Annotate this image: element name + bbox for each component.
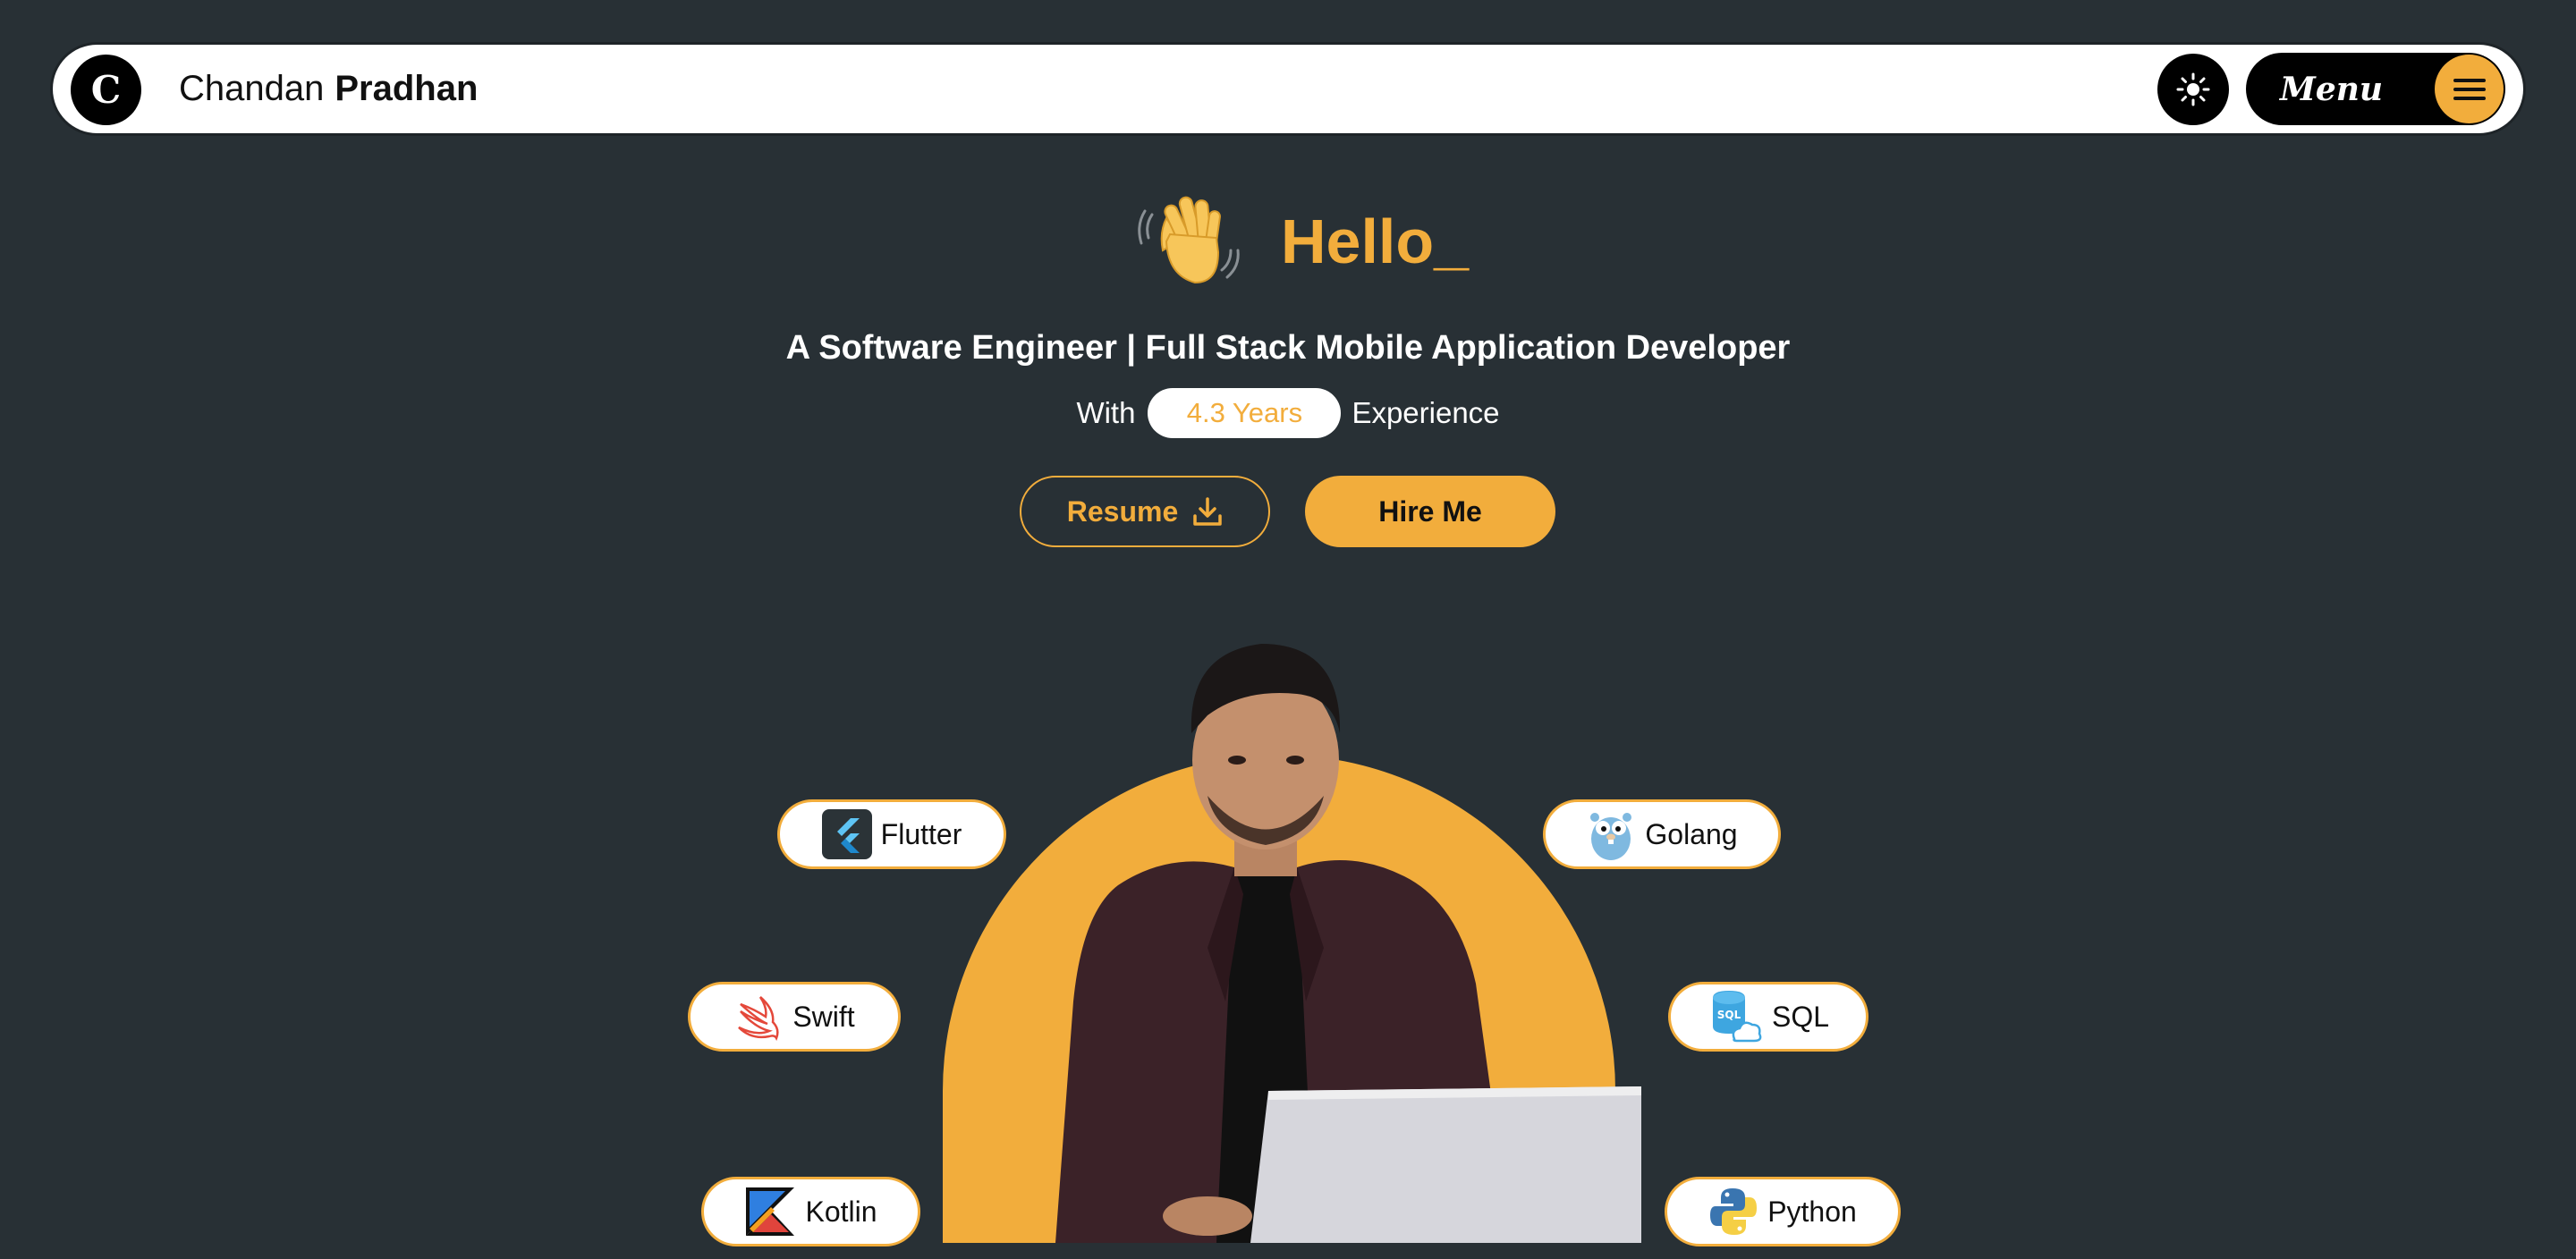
skill-chip-python: Python [1665,1177,1901,1246]
swift-icon [738,996,779,1042]
menu-label: Menu [2280,70,2384,108]
gopher-icon [1590,813,1632,860]
python-icon [1710,1188,1758,1235]
resume-button[interactable]: Resume [1020,476,1270,547]
svg-text:SQL: SQL [1717,1009,1741,1021]
hamburger-icon[interactable] [2435,55,2504,123]
skill-label: Python [1767,1195,1857,1228]
profile-photo [943,644,1641,1243]
experience-prefix: With [1076,396,1136,429]
experience-suffix: Experience [1352,396,1500,429]
brand-last-name: Pradhan [335,69,479,108]
greeting: Hello_ [1136,183,1469,300]
skill-label: Golang [1645,817,1738,850]
flutter-icon [821,809,872,859]
skill-chip-kotlin: Kotlin [701,1177,920,1246]
sql-database-icon: SQL [1712,991,1762,1043]
tagline: A Software Engineer | Full Stack Mobile … [785,329,1791,367]
experience-line: With 4.3 Years Experience [0,386,2576,440]
resume-label: Resume [1066,494,1179,528]
skill-chip-golang: Golang [1543,799,1781,869]
download-icon [1193,497,1222,526]
waving-hand-icon [1138,196,1240,284]
menu-button[interactable]: Menu [2246,53,2505,125]
top-navbar: C Chandan Pradhan Menu [53,45,2523,133]
greeting-text: Hello_ [1281,207,1470,276]
skill-chip-sql: SQL SQL [1668,982,1868,1052]
sun-icon [2176,72,2210,106]
logo-icon[interactable]: C [71,55,141,125]
hire-me-button[interactable]: Hire Me [1305,476,1555,547]
brand-first-name: Chandan [179,69,325,108]
experience-years-badge: 4.3 Years [1148,388,1342,438]
hire-me-label: Hire Me [1378,494,1482,528]
theme-toggle-button[interactable] [2157,54,2229,125]
skill-label: Swift [792,1000,855,1033]
skill-label: SQL [1771,1000,1830,1033]
logo-letter: C [90,68,122,112]
skill-chip-swift: Swift [688,982,901,1052]
kotlin-icon [746,1187,795,1236]
skill-label: Flutter [880,817,962,850]
skill-chip-flutter: Flutter [777,799,1006,869]
skill-label: Kotlin [805,1195,877,1228]
brand-name[interactable]: Chandan Pradhan [179,45,478,133]
